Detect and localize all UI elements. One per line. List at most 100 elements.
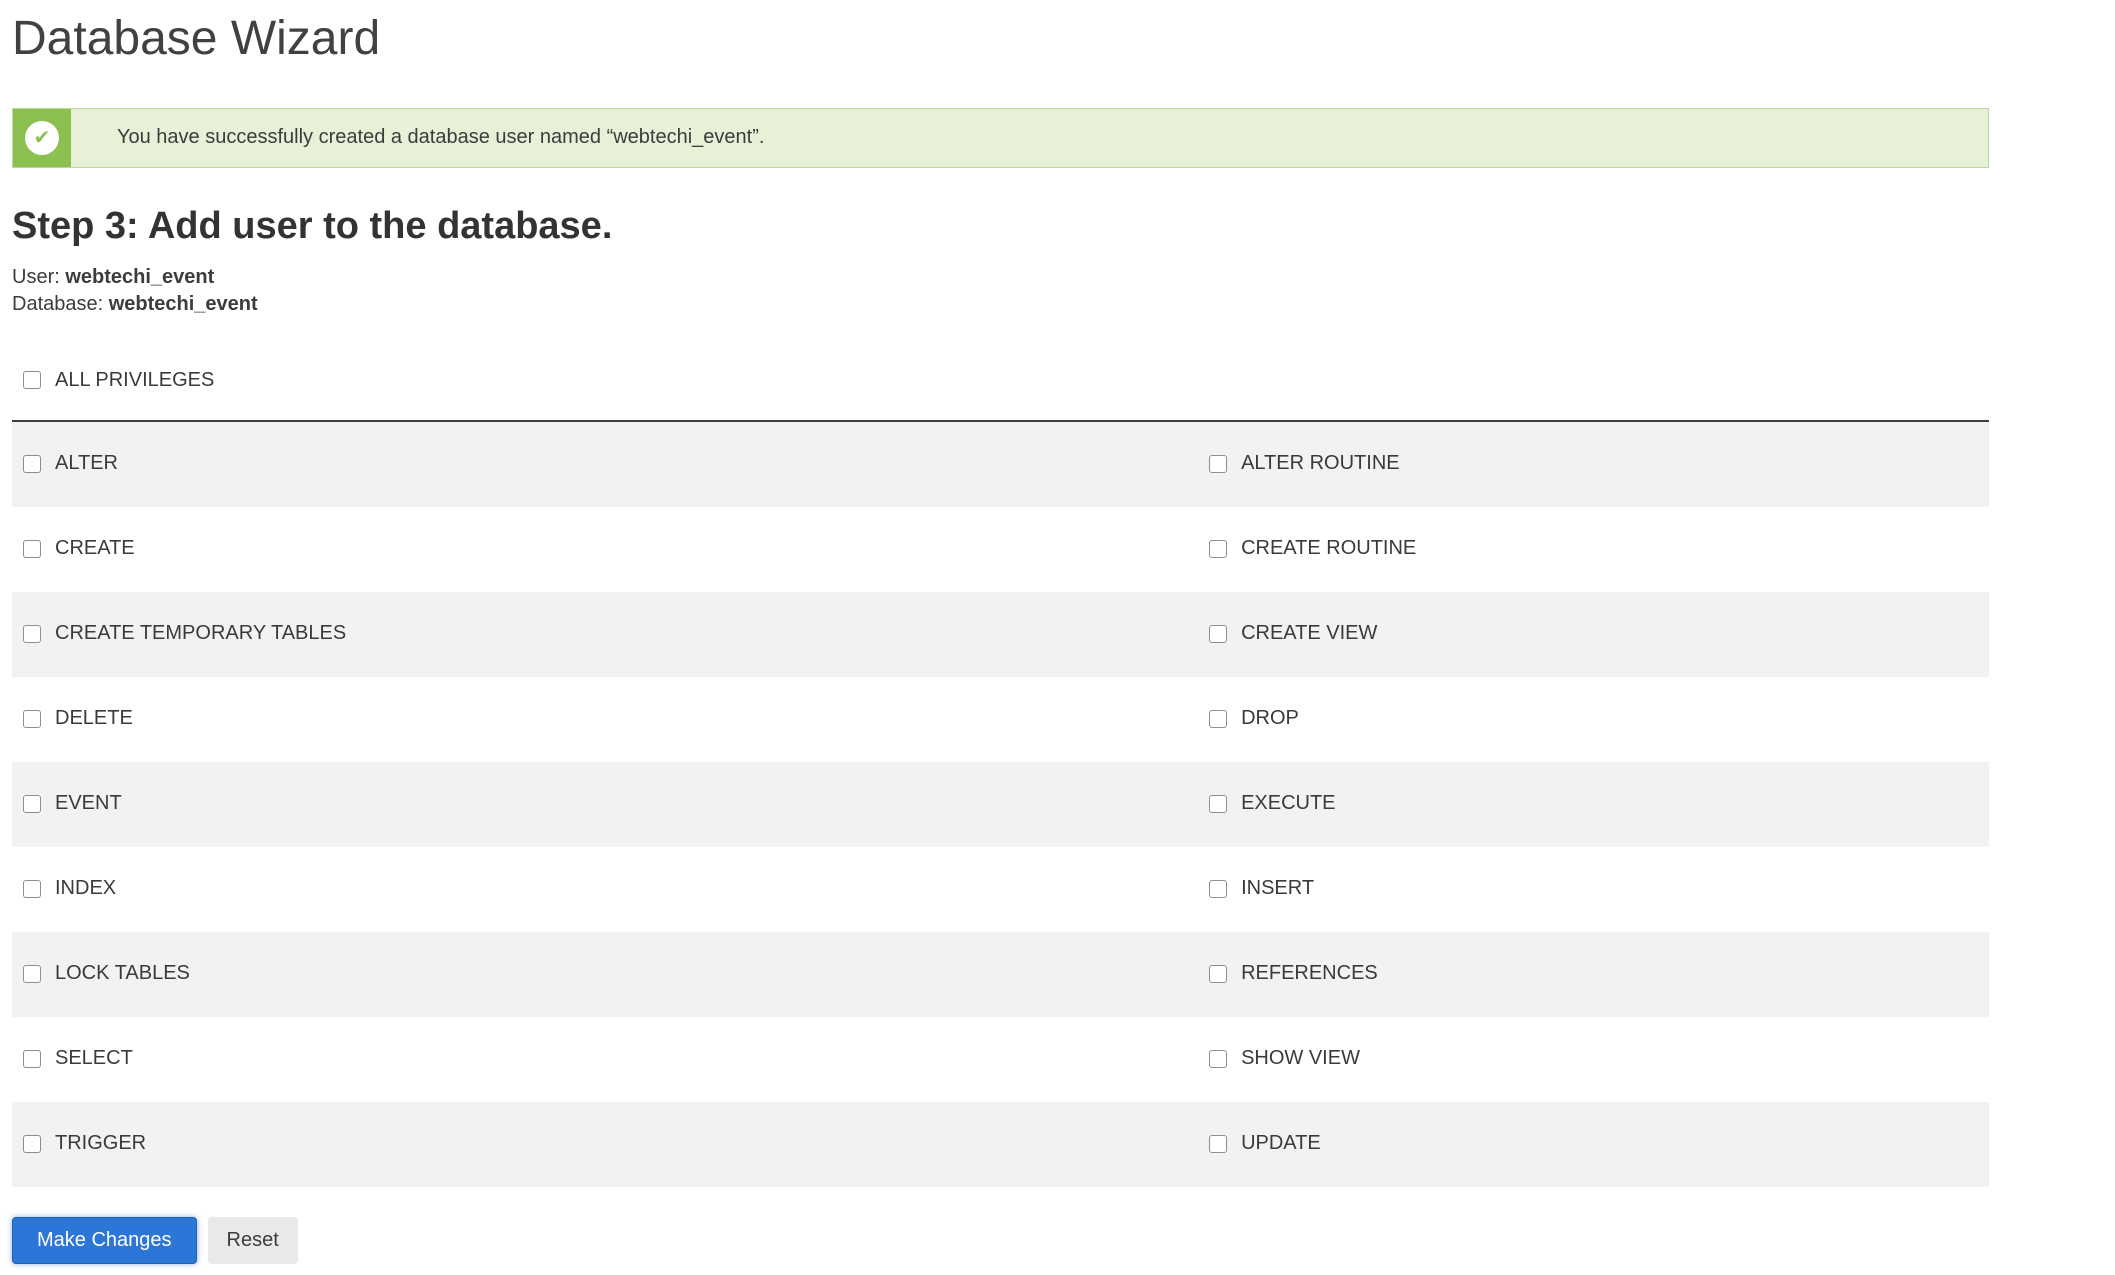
privilege-option[interactable]: INDEX xyxy=(23,877,116,900)
privilege-row: CREATE TEMPORARY TABLES CREATE VIEW xyxy=(12,592,1989,678)
reset-button[interactable]: Reset xyxy=(207,1217,298,1265)
privilege-cell-right: UPDATE xyxy=(1209,1132,1989,1158)
privilege-option[interactable]: ALTER ROUTINE xyxy=(1209,452,1400,475)
privilege-checkbox[interactable] xyxy=(1209,624,1228,643)
privilege-row: ALTER ALTER ROUTINE xyxy=(12,422,1989,508)
privilege-row: SELECT SHOW VIEW xyxy=(12,1017,1989,1103)
privilege-cell-right: REFERENCES xyxy=(1209,962,1989,988)
privilege-label: CREATE ROUTINE xyxy=(1241,537,1417,560)
privilege-row: TRIGGER UPDATE xyxy=(12,1102,1989,1188)
privilege-cell-right: EXECUTE xyxy=(1209,792,1989,818)
privilege-option[interactable]: INSERT xyxy=(1209,877,1314,900)
privilege-label: UPDATE xyxy=(1241,1132,1321,1155)
privilege-option[interactable]: TRIGGER xyxy=(23,1132,146,1155)
privilege-label: ALTER ROUTINE xyxy=(1241,452,1400,475)
privilege-checkbox[interactable] xyxy=(1209,879,1228,898)
privilege-cell-right: ALTER ROUTINE xyxy=(1209,452,1989,478)
make-changes-button[interactable]: Make Changes xyxy=(12,1217,197,1265)
privilege-option[interactable]: SELECT xyxy=(23,1047,133,1070)
privilege-row: EVENT EXECUTE xyxy=(12,762,1989,848)
privilege-label: DROP xyxy=(1241,707,1299,730)
all-privileges-row: ALL PRIVILEGES xyxy=(12,368,2115,392)
privilege-checkbox[interactable] xyxy=(1209,539,1228,558)
user-value: webtechi_event xyxy=(65,266,215,289)
privilege-option[interactable]: EVENT xyxy=(23,792,122,815)
privilege-option[interactable]: CREATE TEMPORARY TABLES xyxy=(23,622,346,645)
privilege-option[interactable]: EXECUTE xyxy=(1209,792,1336,815)
privilege-label: INDEX xyxy=(55,877,117,900)
privilege-checkbox[interactable] xyxy=(1209,1134,1228,1153)
privilege-checkbox[interactable] xyxy=(23,794,41,813)
all-privileges-label: ALL PRIVILEGES xyxy=(55,368,215,391)
privilege-cell-left: CREATE TEMPORARY TABLES xyxy=(12,622,1209,648)
user-line: User: webtechi_event xyxy=(12,264,2115,291)
privilege-label: CREATE xyxy=(55,537,135,560)
privilege-label: TRIGGER xyxy=(55,1132,147,1155)
privilege-label: LOCK TABLES xyxy=(55,962,190,985)
privilege-option[interactable]: CREATE ROUTINE xyxy=(1209,537,1416,560)
privilege-label: CREATE VIEW xyxy=(1241,622,1378,645)
privilege-checkbox[interactable] xyxy=(23,964,41,983)
user-label: User: xyxy=(12,266,60,289)
alert-message: You have successfully created a database… xyxy=(117,126,765,149)
database-label: Database: xyxy=(12,293,104,316)
privilege-option[interactable]: SHOW VIEW xyxy=(1209,1047,1360,1070)
privilege-row: LOCK TABLES REFERENCES xyxy=(12,932,1989,1018)
privileges-table: ALTER ALTER ROUTINE CREATE CREATE ROUTINE CR… xyxy=(12,420,1989,1188)
actions-bar: Make Changes Reset xyxy=(12,1217,2115,1265)
privilege-option[interactable]: CREATE VIEW xyxy=(1209,622,1377,645)
privilege-cell-left: ALTER xyxy=(12,452,1209,478)
privilege-label: REFERENCES xyxy=(1241,962,1378,985)
privilege-checkbox[interactable] xyxy=(23,1134,41,1153)
step-heading: Step 3: Add user to the database. xyxy=(12,204,613,247)
privilege-label: SHOW VIEW xyxy=(1241,1047,1360,1070)
privilege-cell-left: EVENT xyxy=(12,792,1209,818)
privilege-checkbox[interactable] xyxy=(1209,794,1228,813)
privilege-cell-right: SHOW VIEW xyxy=(1209,1047,1989,1073)
privilege-checkbox[interactable] xyxy=(1209,1049,1228,1068)
privilege-option[interactable]: LOCK TABLES xyxy=(23,962,190,985)
privilege-cell-right: INSERT xyxy=(1209,877,1989,903)
privilege-option[interactable]: REFERENCES xyxy=(1209,962,1378,985)
page-title: Database Wizard xyxy=(12,12,381,65)
success-alert: ✔ You have successfully created a databa… xyxy=(12,107,1989,168)
privilege-cell-right: DROP xyxy=(1209,707,1989,733)
privilege-cell-right: CREATE VIEW xyxy=(1209,622,1989,648)
privilege-option[interactable]: DROP xyxy=(1209,707,1299,730)
privilege-checkbox[interactable] xyxy=(23,454,41,473)
privilege-checkbox[interactable] xyxy=(23,624,41,643)
privilege-label: SELECT xyxy=(55,1047,133,1070)
privilege-option[interactable]: ALTER xyxy=(23,452,118,475)
privilege-checkbox[interactable] xyxy=(23,539,41,558)
privilege-cell-left: LOCK TABLES xyxy=(12,962,1209,988)
privilege-row: CREATE CREATE ROUTINE xyxy=(12,507,1989,593)
privilege-checkbox[interactable] xyxy=(23,709,41,728)
privilege-label: EXECUTE xyxy=(1241,792,1336,815)
privilege-checkbox[interactable] xyxy=(23,1049,41,1068)
privilege-cell-left: SELECT xyxy=(12,1047,1209,1073)
privilege-checkbox[interactable] xyxy=(23,879,41,898)
privilege-checkbox[interactable] xyxy=(1209,709,1228,728)
all-privileges-checkbox[interactable] xyxy=(23,371,41,390)
privilege-label: DELETE xyxy=(55,707,133,730)
check-circle-icon: ✔ xyxy=(25,120,59,155)
privilege-cell-left: CREATE xyxy=(12,537,1209,563)
privilege-label: INSERT xyxy=(1241,877,1315,900)
privilege-label: EVENT xyxy=(55,792,122,815)
privilege-option[interactable]: CREATE xyxy=(23,537,135,560)
success-icon-box: ✔ xyxy=(13,108,71,167)
privilege-checkbox[interactable] xyxy=(1209,964,1228,983)
all-privileges-option[interactable]: ALL PRIVILEGES xyxy=(23,369,214,392)
privilege-cell-left: TRIGGER xyxy=(12,1132,1209,1158)
database-line: Database: webtechi_event xyxy=(12,291,2115,318)
database-value: webtechi_event xyxy=(108,293,258,316)
privilege-row: DELETE DROP xyxy=(12,677,1989,763)
privilege-cell-left: INDEX xyxy=(12,877,1209,903)
page: Database Wizard ✔ You have successfully … xyxy=(0,0,2115,1265)
privilege-row: INDEX INSERT xyxy=(12,847,1989,933)
privilege-cell-left: DELETE xyxy=(12,707,1209,733)
privilege-option[interactable]: UPDATE xyxy=(1209,1132,1321,1155)
privilege-checkbox[interactable] xyxy=(1209,454,1228,473)
privilege-option[interactable]: DELETE xyxy=(23,707,133,730)
privilege-cell-right: CREATE ROUTINE xyxy=(1209,537,1989,563)
